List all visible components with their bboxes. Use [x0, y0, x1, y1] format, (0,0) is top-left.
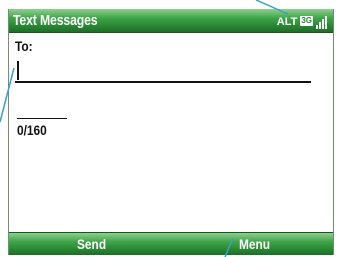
- counter-divider: [17, 118, 67, 119]
- to-field[interactable]: [15, 59, 311, 83]
- menu-softkey[interactable]: Menu: [239, 236, 270, 252]
- softkey-bar: Send Menu: [9, 232, 333, 255]
- signal-strength-icon: [316, 15, 327, 29]
- character-counter: 0/160: [17, 122, 47, 138]
- title-bar: Text Messages ALT 3G: [9, 9, 333, 33]
- send-softkey[interactable]: Send: [77, 236, 106, 252]
- network-label: ALT: [276, 16, 298, 28]
- message-compose-area: To: 0/160: [9, 33, 333, 231]
- 3g-badge-icon: 3G: [300, 16, 313, 26]
- phone-screen: Text Messages ALT 3G To: 0/160 Send Menu: [8, 9, 334, 255]
- text-cursor: [17, 61, 19, 80]
- window-title: Text Messages: [13, 12, 98, 29]
- to-label: To:: [15, 38, 33, 54]
- status-indicators: ALT 3G: [277, 13, 327, 29]
